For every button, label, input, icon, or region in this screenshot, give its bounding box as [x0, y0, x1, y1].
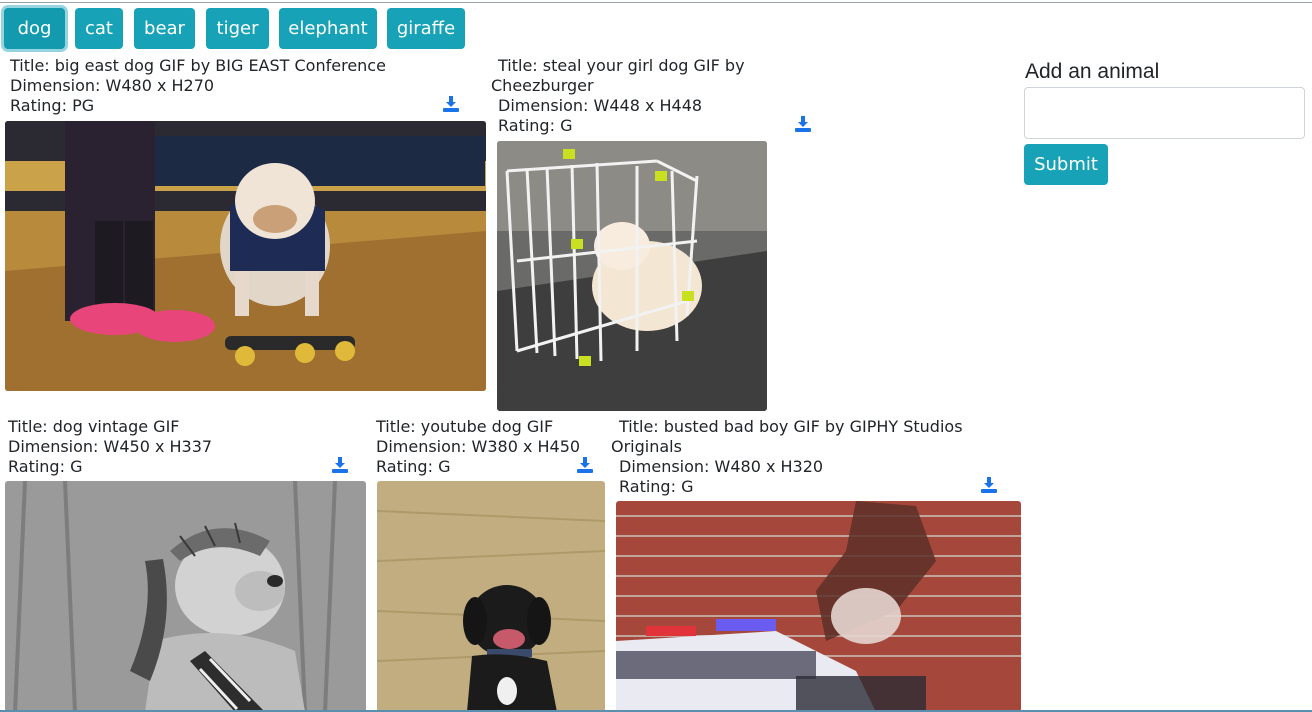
gif-title: Title: steal your girl dog GIF by [498, 56, 745, 75]
animal-button-dog[interactable]: dog [4, 8, 65, 49]
gif-title: Title: big east dog GIF by BIG EAST Conf… [10, 56, 386, 75]
gif-image-dog-mural-police-car[interactable] [616, 501, 1021, 712]
add-animal-label: Add an animal [1025, 60, 1160, 83]
gif-rating: Rating: G [376, 457, 451, 476]
download-icon[interactable] [980, 476, 998, 494]
gif-dimension: Dimension: W380 x H450 [376, 437, 581, 456]
gif-image-black-dog-in-field[interactable] [377, 481, 605, 712]
gif-image-puppy-in-playpen[interactable] [497, 141, 767, 411]
gif-title: Title: youtube dog GIF [376, 417, 554, 436]
animal-button-elephant[interactable]: elephant [279, 8, 377, 49]
gif-dimension: Dimension: W448 x H448 [498, 96, 703, 115]
animal-button-tiger[interactable]: tiger [206, 8, 269, 49]
gif-rating: Rating: G [8, 457, 83, 476]
gif-image-bulldog-on-skateboard[interactable] [5, 121, 486, 391]
submit-button[interactable]: Submit [1024, 144, 1108, 185]
download-icon[interactable] [442, 95, 460, 113]
download-icon[interactable] [331, 456, 349, 474]
gif-rating: Rating: G [619, 477, 694, 496]
gif-dimension: Dimension: W480 x H270 [10, 76, 215, 95]
top-border [0, 2, 1312, 3]
gif-rating: Rating: G [498, 116, 573, 135]
gif-dimension: Dimension: W450 x H337 [8, 437, 213, 456]
gif-title-continued: Originals [611, 437, 682, 456]
gif-rating: Rating: PG [10, 96, 95, 115]
download-icon[interactable] [794, 115, 812, 133]
animal-button-cat[interactable]: cat [75, 8, 123, 49]
animal-button-bear[interactable]: bear [134, 8, 195, 49]
gif-dimension: Dimension: W480 x H320 [619, 457, 824, 476]
gif-image-vintage-dog-saxophone[interactable] [5, 481, 366, 712]
gif-title: Title: dog vintage GIF [8, 417, 180, 436]
animal-input[interactable] [1024, 87, 1305, 139]
gif-title-continued: Cheezburger [491, 76, 594, 95]
gif-title: Title: busted bad boy GIF by GIPHY Studi… [619, 417, 963, 436]
download-icon[interactable] [576, 456, 594, 474]
animal-button-giraffe[interactable]: giraffe [387, 8, 465, 49]
